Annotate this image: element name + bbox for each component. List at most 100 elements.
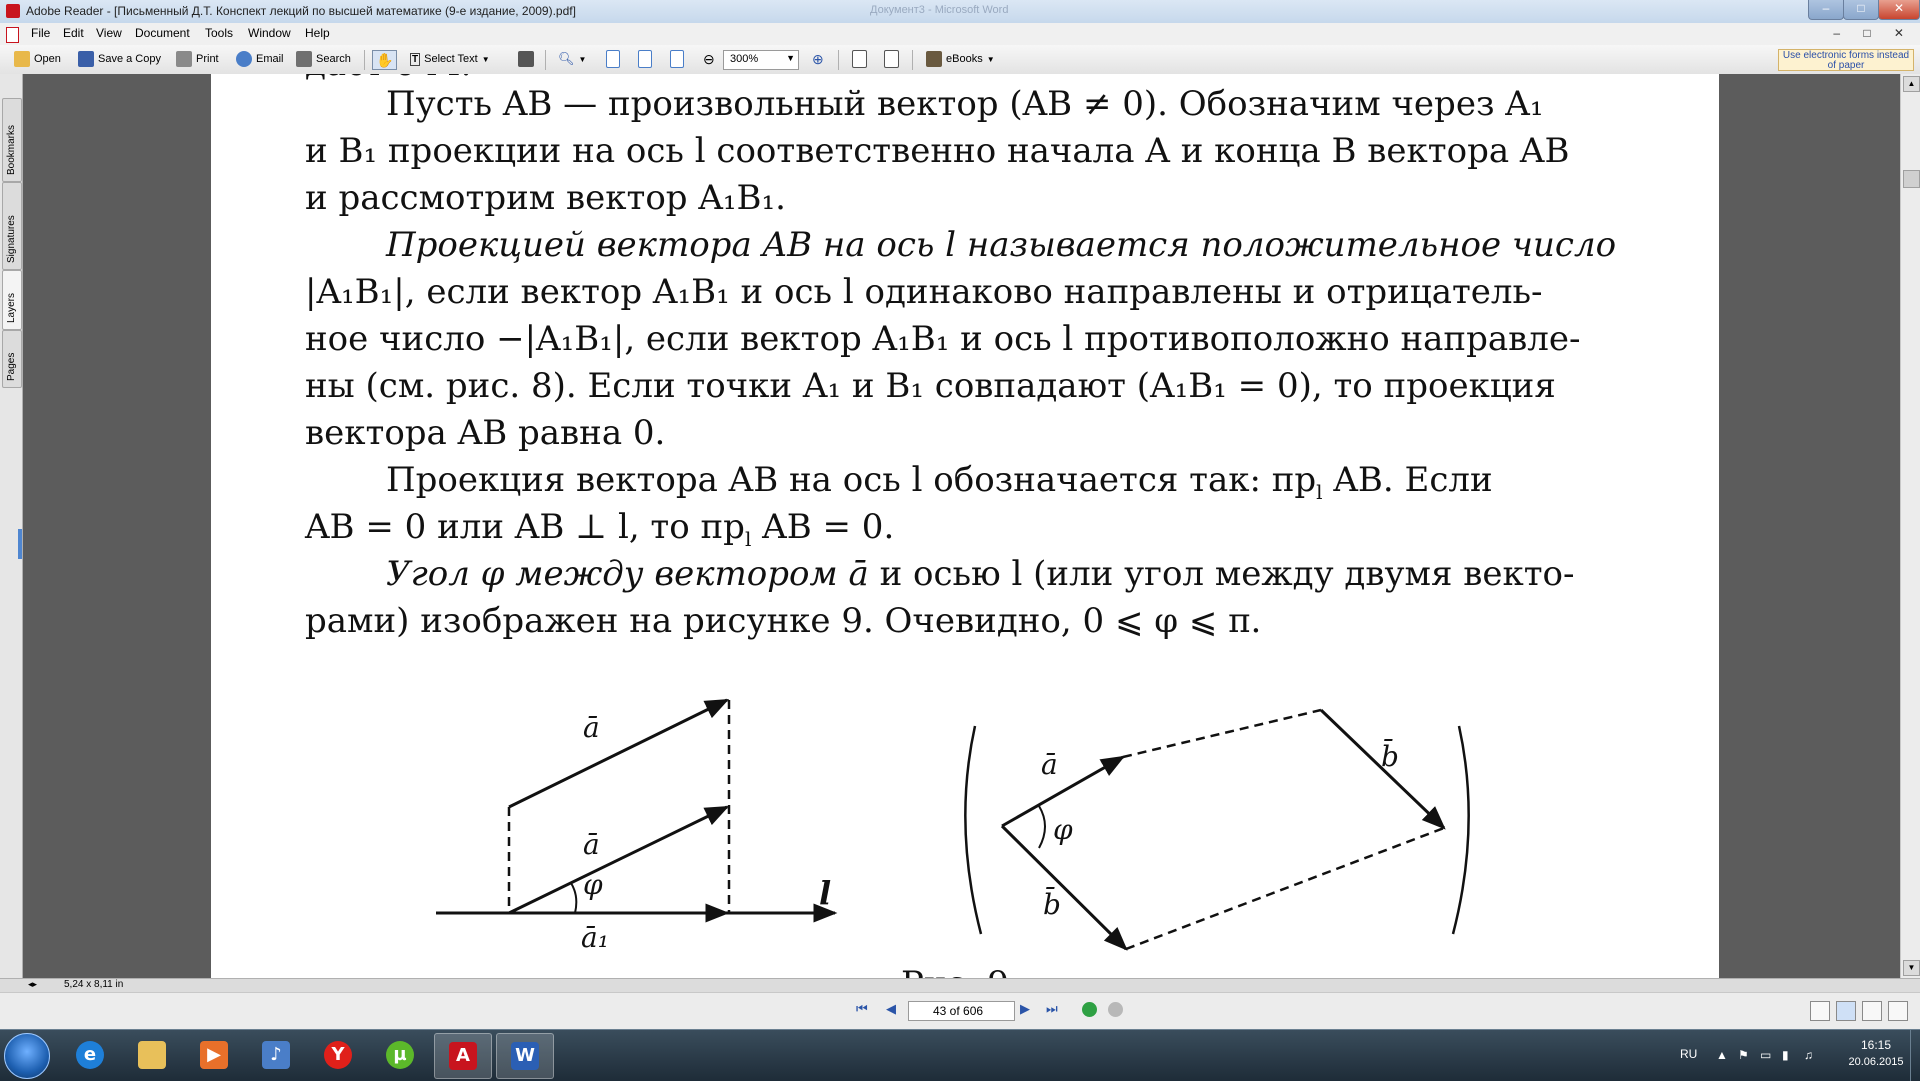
chevron-down-icon[interactable]: ▼ [786, 53, 795, 63]
save-copy-label: Save a Copy [98, 53, 161, 65]
last-page-icon[interactable]: ⏭ [1046, 1001, 1058, 1017]
menu-help[interactable]: Help [305, 26, 330, 40]
expand-arrow-icon[interactable]: ◂▸ [28, 979, 37, 990]
tab-layers-label: Layers [6, 292, 17, 323]
display-icon[interactable]: ▭ [1760, 1048, 1771, 1062]
start-button[interactable] [4, 1033, 50, 1079]
hand-icon: ✋ [376, 51, 394, 68]
electronic-forms-hint[interactable]: Use electronic forms instead of paper [1778, 49, 1914, 71]
document-icon[interactable] [6, 27, 19, 43]
tab-signatures[interactable]: Signatures [2, 182, 22, 270]
taskbar-audio[interactable]: ♪ [248, 1033, 304, 1077]
document-window-controls[interactable]: – □ ✕ [1833, 26, 1914, 40]
camera-icon [518, 51, 534, 67]
maximize-button[interactable]: □ [1843, 0, 1879, 20]
language-indicator[interactable]: RU [1680, 1047, 1697, 1061]
continuous-facing-view-icon[interactable] [1888, 1001, 1908, 1021]
print-button[interactable]: Print [176, 50, 219, 68]
single-page-view-icon[interactable] [1810, 1001, 1830, 1021]
scroll-up-arrow-icon[interactable]: ▲ [1903, 76, 1920, 92]
zoom-in-tool-button[interactable]: 🔍︎ ▼ [558, 50, 586, 68]
page-number-input[interactable]: 43 of 606 [908, 1001, 1015, 1021]
first-page-icon[interactable]: ⏮ [856, 1001, 868, 1017]
open-label: Open [34, 53, 61, 65]
network-icon[interactable]: ▮ [1782, 1048, 1789, 1062]
continuous-view-icon[interactable] [1836, 1001, 1856, 1021]
label-a-top: ā [583, 711, 600, 744]
tab-layers[interactable]: Layers [2, 270, 22, 330]
scroll-down-arrow-icon[interactable]: ▼ [1903, 960, 1920, 976]
yandex-browser-icon: Y [324, 1041, 352, 1069]
zoom-out-icon: ⊖ [703, 50, 715, 67]
dashed-side-bottom [1125, 826, 1445, 951]
tray-expand-icon[interactable]: ▲ [1716, 1048, 1728, 1062]
menu-document[interactable]: Document [135, 26, 190, 40]
snapshot-button[interactable] [518, 50, 534, 68]
angle-arc-right [1038, 805, 1046, 849]
zoom-in-button[interactable]: ⊕ [812, 50, 824, 68]
print-label: Print [196, 53, 219, 65]
email-button[interactable]: Email [236, 50, 284, 68]
taskbar-media-player[interactable]: ▶ [186, 1033, 242, 1077]
zoom-value: 300% [730, 53, 759, 65]
fit-width-icon [670, 50, 684, 68]
taskbar-utorrent[interactable]: µ [372, 1033, 428, 1077]
clock-date[interactable]: 20.06.2015 [1843, 1056, 1909, 1068]
internet-explorer-icon: e [76, 1041, 104, 1069]
single-page-button[interactable] [884, 50, 899, 68]
page-layout-icon [884, 50, 899, 68]
hand-tool-button[interactable]: ✋ [372, 50, 398, 70]
menu-window[interactable]: Window [248, 26, 291, 40]
word-icon: W [511, 1042, 539, 1070]
dashed-side-top [1122, 708, 1322, 759]
select-text-label: Select Text [424, 53, 478, 65]
menu-tools[interactable]: Tools [205, 26, 233, 40]
taskbar-adobe-reader[interactable]: A [434, 1033, 492, 1079]
previous-page-icon[interactable]: ◀ [886, 1001, 896, 1017]
taskbar-microsoft-word[interactable]: W [496, 1033, 554, 1079]
document-view[interactable]: даст e M. Пусть AB — произвольный вектор… [23, 74, 1900, 978]
taskbar-yandex-browser[interactable]: Y [310, 1033, 366, 1077]
pdf-page: даст e M. Пусть AB — произвольный вектор… [211, 74, 1719, 978]
minimize-button[interactable]: – [1808, 0, 1844, 20]
tab-pages[interactable]: Pages [2, 330, 22, 388]
search-button[interactable]: Search [296, 50, 351, 68]
label-phi-left: φ [583, 868, 603, 901]
scroll-thumb[interactable] [1903, 170, 1920, 188]
taskbar-explorer[interactable] [124, 1033, 180, 1077]
panel-resize-handle[interactable] [18, 529, 22, 559]
printer-icon [176, 51, 192, 67]
clock-time[interactable]: 16:15 [1846, 1038, 1906, 1052]
rotate-button[interactable] [852, 50, 867, 68]
close-button[interactable]: ✕ [1878, 0, 1920, 20]
label-a1: ā₁ [581, 921, 609, 954]
navigation-panel: Bookmarks Signatures Layers Pages [0, 74, 23, 978]
fit-page-button[interactable] [638, 50, 652, 68]
open-button[interactable]: Open [14, 50, 61, 68]
tab-bookmarks[interactable]: Bookmarks [2, 98, 22, 182]
next-page-icon[interactable]: ▶ [1020, 1001, 1030, 1017]
taskbar-internet-explorer[interactable]: e [62, 1033, 118, 1077]
label-b-top: b̄ [1381, 738, 1399, 773]
zoom-out-button[interactable]: ⊖ [703, 50, 715, 68]
save-copy-button[interactable]: Save a Copy [78, 50, 161, 68]
chevron-down-icon: ▼ [578, 54, 587, 64]
show-desktop-button[interactable] [1910, 1030, 1920, 1081]
label-a-right: ā [1041, 748, 1058, 781]
vertical-scrollbar[interactable]: ▲ ▼ [1900, 74, 1920, 978]
menu-view[interactable]: View [96, 26, 122, 40]
zoom-input[interactable]: 300% ▼ [723, 50, 799, 70]
label-b-bottom: b̄ [1043, 886, 1061, 921]
facing-view-icon[interactable] [1862, 1001, 1882, 1021]
label-phi-right: φ [1053, 813, 1073, 846]
menu-file[interactable]: File [31, 26, 50, 40]
actual-size-button[interactable] [606, 50, 620, 68]
ebooks-button[interactable]: eBooks ▼ [926, 50, 995, 68]
menu-edit[interactable]: Edit [63, 26, 84, 40]
select-text-button[interactable]: T Select Text ▼ [410, 50, 490, 68]
go-back-view-icon[interactable] [1082, 1002, 1097, 1017]
volume-icon[interactable]: ♫ [1804, 1048, 1813, 1062]
fit-width-button[interactable] [670, 50, 684, 68]
go-forward-view-icon[interactable] [1108, 1002, 1123, 1017]
action-center-icon[interactable]: ⚑ [1738, 1048, 1749, 1062]
